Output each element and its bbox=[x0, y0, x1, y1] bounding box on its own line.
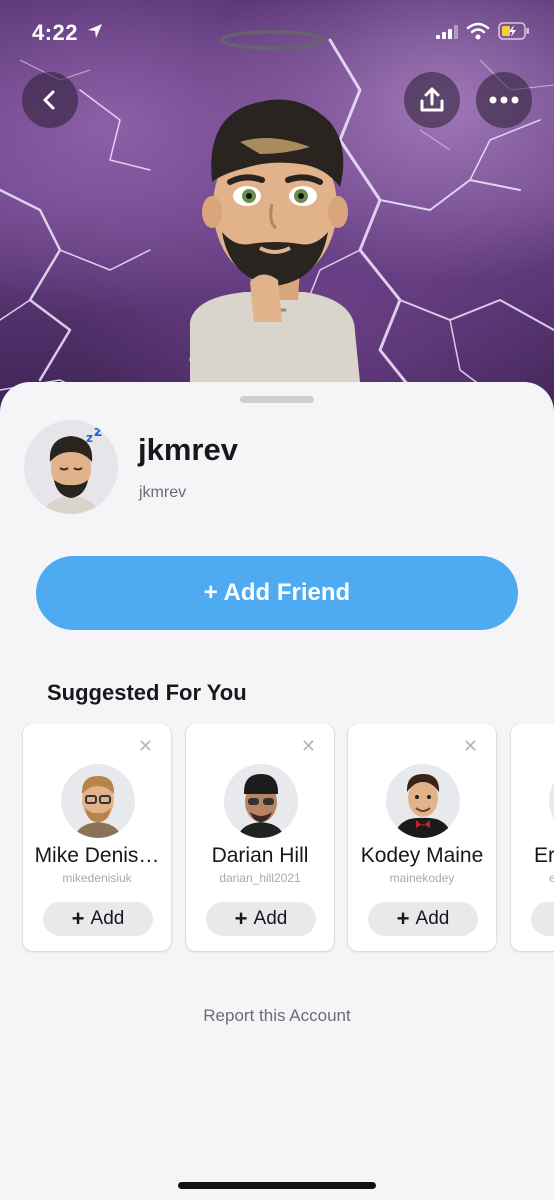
add-label: Add bbox=[90, 908, 125, 929]
chevron-left-icon bbox=[43, 90, 55, 110]
suggested-card[interactable]: Er e bbox=[511, 724, 554, 951]
suggested-card-name[interactable]: Mike Denis… bbox=[23, 844, 171, 868]
profile-username: jkmrev bbox=[139, 484, 187, 501]
suggested-card-name[interactable]: Darian Hill bbox=[186, 844, 334, 868]
suggested-card[interactable]: ✕ Kodey Maine mainekodey + Add bbox=[348, 724, 496, 951]
share-icon bbox=[420, 87, 444, 112]
wifi-icon bbox=[466, 22, 490, 40]
profile-display-name: jkmrev bbox=[138, 432, 238, 467]
avatar[interactable]: z z z bbox=[24, 420, 118, 514]
suggested-add-button[interactable]: + Add bbox=[368, 902, 478, 936]
close-icon[interactable]: ✕ bbox=[301, 736, 316, 757]
svg-text:z: z bbox=[86, 431, 93, 445]
location-arrow-icon bbox=[88, 24, 102, 38]
suggested-add-button[interactable] bbox=[531, 902, 554, 936]
add-label: Add bbox=[415, 908, 450, 929]
sheet-grabber-handle[interactable] bbox=[240, 396, 314, 403]
svg-text:z: z bbox=[94, 424, 102, 440]
avatar bbox=[386, 764, 460, 838]
status-time: 4:22 bbox=[32, 20, 79, 45]
more-horizontal-icon bbox=[489, 96, 519, 104]
bitmoji-avatar-small bbox=[75, 776, 121, 838]
suggested-card-handle: mikedenisiuk bbox=[62, 871, 132, 885]
avatar bbox=[549, 764, 554, 838]
profile-sheet: z z z jkmrev jkmrev + Add Friend Suggest… bbox=[0, 382, 554, 1200]
share-button[interactable] bbox=[404, 72, 460, 128]
close-icon[interactable]: ✕ bbox=[463, 736, 478, 757]
halo-decoration bbox=[220, 30, 324, 50]
bitmoji-sleeping-avatar: z z z bbox=[44, 420, 113, 514]
suggested-add-button[interactable]: + Add bbox=[43, 902, 153, 936]
suggested-card-handle: e bbox=[549, 871, 554, 885]
back-button[interactable] bbox=[22, 72, 78, 128]
home-indicator[interactable] bbox=[178, 1182, 376, 1189]
report-account-link[interactable]: Report this Account bbox=[0, 1006, 554, 1026]
suggested-card-name[interactable]: Er bbox=[511, 844, 554, 868]
plus-icon: + bbox=[71, 906, 85, 931]
add-label: Add bbox=[253, 908, 288, 929]
add-friend-button[interactable]: + Add Friend bbox=[36, 556, 518, 630]
suggested-add-button[interactable]: + Add bbox=[206, 902, 316, 936]
battery-charging-icon bbox=[498, 22, 529, 40]
suggested-card[interactable]: ✕ Darian Hill darian_hill2021 + Add bbox=[186, 724, 334, 951]
close-icon[interactable]: ✕ bbox=[138, 736, 153, 757]
suggested-section-title: Suggested For You bbox=[47, 680, 247, 705]
bitmoji-avatar-small bbox=[394, 774, 452, 838]
suggested-card-handle: mainekodey bbox=[389, 871, 455, 885]
suggested-card-handle: darian_hill2021 bbox=[219, 871, 301, 885]
plus-icon: + bbox=[396, 906, 410, 931]
plus-icon: + bbox=[234, 906, 248, 931]
suggested-card-name[interactable]: Kodey Maine bbox=[348, 844, 496, 868]
bitmoji-avatar-small bbox=[238, 774, 284, 838]
cellular-signal-icon bbox=[436, 25, 458, 39]
bitmoji-avatar-large bbox=[190, 99, 360, 382]
suggested-card[interactable]: ✕ Mike Denis… mikedenisiuk + Add bbox=[23, 724, 171, 951]
more-options-button[interactable] bbox=[476, 72, 532, 128]
suggested-cards-carousel[interactable]: ✕ Mike Denis… mikedenisiuk + Add ✕ Daria… bbox=[0, 724, 554, 954]
avatar bbox=[61, 764, 135, 838]
svg-text:z: z bbox=[104, 420, 113, 436]
avatar bbox=[224, 764, 298, 838]
